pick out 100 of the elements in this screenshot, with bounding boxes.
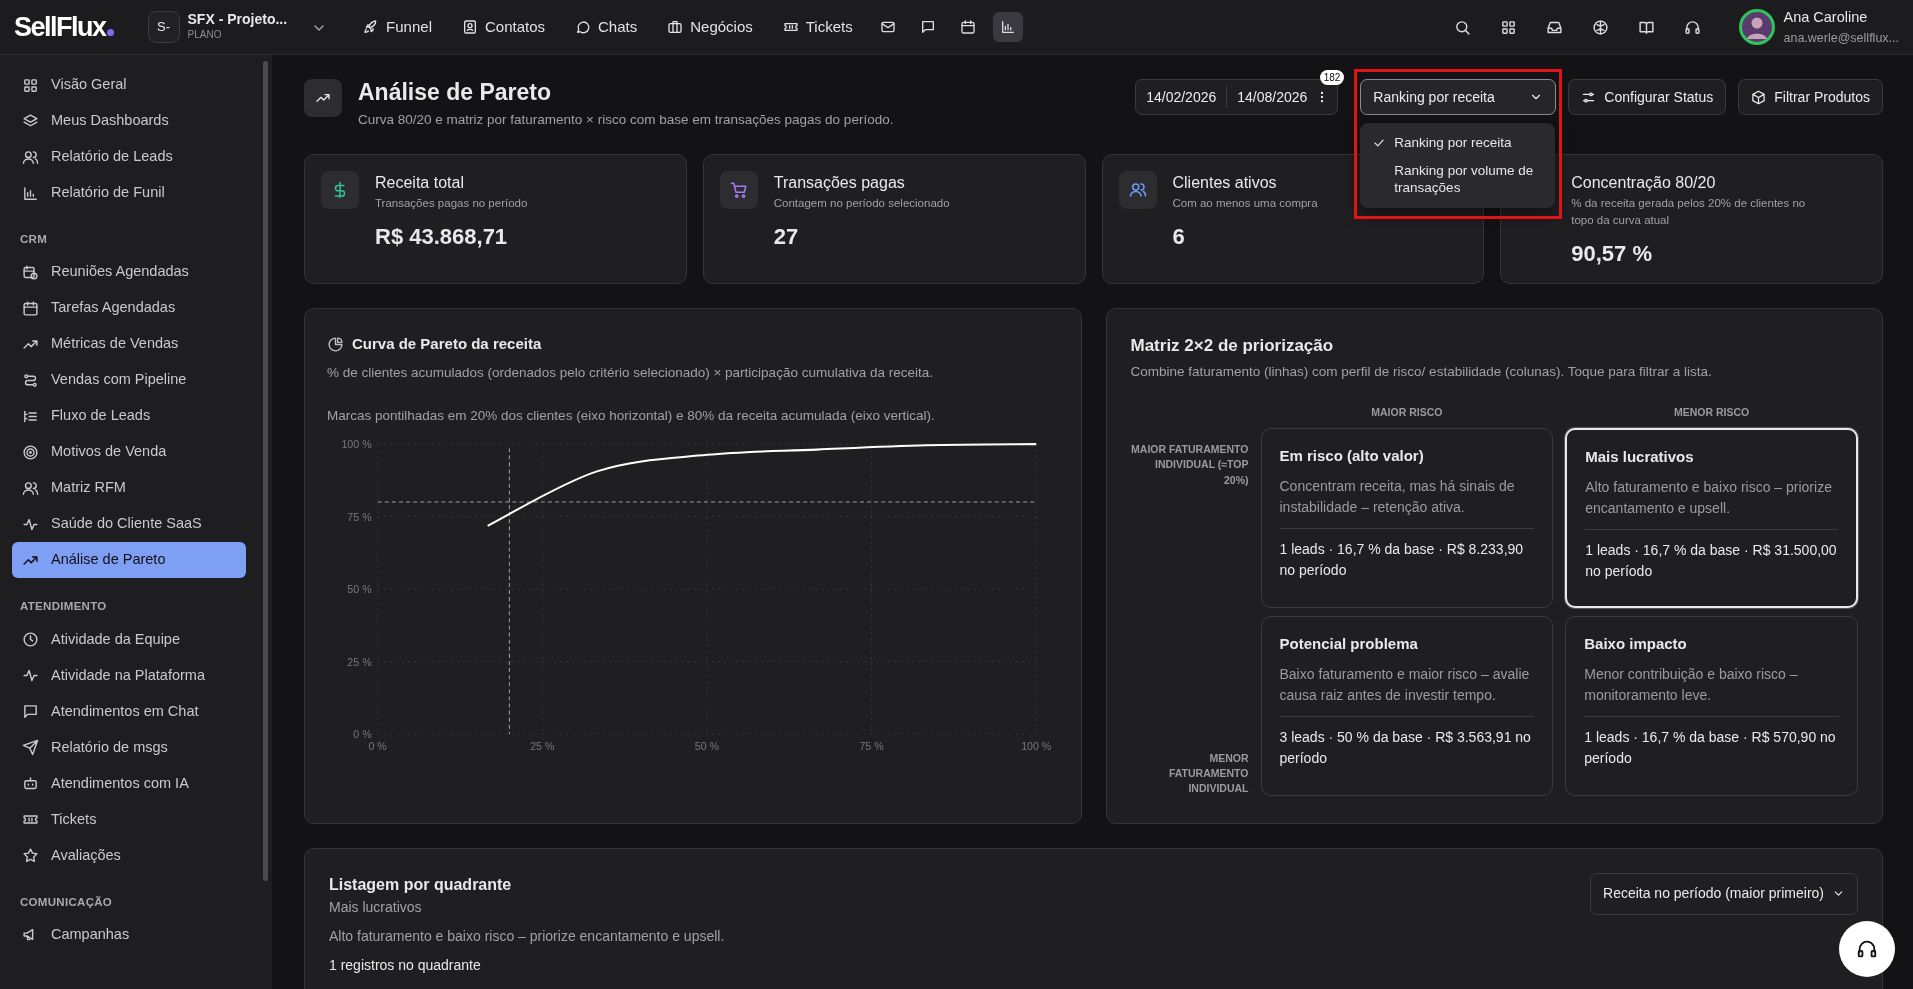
sort-select[interactable]: Receita no período (maior primeiro): [1590, 872, 1858, 915]
headset-icon: [1856, 938, 1878, 960]
kpi-subtitle: Contagem no período selecionado: [773, 195, 950, 211]
row-header: MAIOR FATURAMENTO INDIVIDUAL (≈TOP 20%): [1130, 442, 1249, 488]
menu-option[interactable]: Ranking por volume de transações: [1366, 156, 1550, 202]
message-icon: [919, 19, 936, 35]
quadrant-card[interactable]: Potencial problema Baixo faturamento e maior risco – avalie causa raiz antes de investir tempo. 3 leads · 50 % da base · R$ 3.563,91 no período: [1260, 616, 1554, 797]
kpi-title: Transações pagas: [773, 172, 906, 193]
menu-option[interactable]: Ranking por receita: [1366, 129, 1550, 157]
nav-link[interactable]: Contatos: [452, 9, 556, 45]
nav-link[interactable]: Chats: [565, 9, 648, 45]
headset-icon: [1684, 18, 1701, 36]
kpi-value: 27: [773, 223, 800, 251]
calendar-icon: [959, 19, 976, 35]
matrix-subtitle: Combine faturamento (linhas) com perfil de risco/ estabilidade (colunas). Toque para filtrar a lista.: [1130, 363, 1713, 382]
quadrant-card[interactable]: Mais lucrativos Alto faturamento e baixo risco – priorize encantamento e upsell. 1 leads · 16,7 % da base · R$ 31.500,00 no período: [1565, 428, 1858, 609]
sidebar-item[interactable]: Métricas de Vendas: [12, 326, 246, 363]
toolbar-button[interactable]: Filtrar Produtos: [1738, 79, 1883, 115]
sidebar-item[interactable]: Matriz RFM: [12, 470, 246, 507]
quadrant-description: Concentram receita, mas há sinais de instabilidade – retenção ativa.: [1279, 475, 1535, 529]
sidebar-item[interactable]: Atividade da Equipe: [12, 621, 246, 658]
sidebar-item[interactable]: Campanhas: [12, 916, 246, 953]
quadrant-card[interactable]: Em risco (alto valor) Concentram receita, mas há sinais de instabilidade – retenção ativa. 1 leads · 16,7 % da base · R$ 8.233,90 no período: [1260, 428, 1554, 609]
logo[interactable]: SellFlux: [14, 6, 114, 48]
bar-chart-icon: [22, 184, 39, 202]
quadrant-stats: 1 leads · 16,7 % da base · R$ 570,90 no período: [1584, 727, 1837, 768]
scrollbar-thumb[interactable]: [263, 61, 268, 881]
briefcase-icon: [667, 19, 684, 35]
sidebar-item[interactable]: Fluxo de Leads: [12, 398, 246, 435]
send-icon: [22, 739, 39, 756]
section-heading: CRM: [19, 232, 49, 247]
sidebar-item[interactable]: Visão Geral: [12, 67, 246, 103]
sidebar-item[interactable]: Avaliações: [12, 837, 246, 874]
x-tick-label: 100 %: [1021, 739, 1052, 752]
calendar-clock-icon: [22, 263, 39, 281]
kpi-value: R$ 43.868,71: [375, 223, 509, 251]
x-tick-label: 0 %: [368, 739, 387, 752]
matrix-title: Matriz 2×2 de priorização: [1130, 334, 1335, 357]
quadrant-stats: 3 leads · 50 % da base · R$ 3.563,91 no período: [1279, 727, 1532, 768]
sidebar-item[interactable]: Relatório de Leads: [12, 139, 246, 175]
sidebar-item[interactable]: Atendimentos em Chat: [12, 693, 246, 730]
section-heading: COMUNICAÇÃO: [19, 894, 114, 910]
sidebar-item[interactable]: Meus Dashboards: [12, 103, 246, 139]
sidebar-item[interactable]: Relatório de msgs: [12, 729, 246, 766]
message-icon: [22, 703, 39, 720]
y-tick-label: 75 %: [347, 510, 372, 523]
workspace-plan: PLANO: [187, 28, 223, 43]
kpi-title: Clientes ativos: [1172, 172, 1278, 193]
quadrant-stats: 1 leads · 16,7 % da base · R$ 8.233,90 no período: [1279, 539, 1525, 580]
quadrant-description: Menor contribuição e baixo risco – monitoramento leve.: [1584, 663, 1839, 717]
nav-icon-button[interactable]: [992, 12, 1023, 42]
nav-link[interactable]: Tickets: [772, 9, 863, 45]
robot-icon: [22, 775, 39, 792]
nav-link[interactable]: Funnel: [353, 9, 442, 45]
sidebar-item[interactable]: Análise de Pareto: [12, 542, 246, 579]
sidebar-item[interactable]: Tickets: [12, 801, 246, 838]
listing-title: Listagem por quadrante: [329, 874, 513, 895]
workspace-avatar[interactable]: S-: [147, 11, 180, 43]
kpi-subtitle: Com ao menos uma compra: [1172, 195, 1318, 211]
pulse-icon: [22, 667, 39, 684]
sidebar-item[interactable]: Reuniões Agendadas: [12, 254, 246, 291]
chat-icon: [575, 19, 592, 35]
sidebar-item[interactable]: Saúde do Cliente SaaS: [12, 506, 246, 543]
sidebar-item[interactable]: Vendas com Pipeline: [12, 362, 246, 399]
avatar[interactable]: [1739, 9, 1776, 45]
section-heading: ATENDIMENTO: [19, 599, 108, 615]
sidebar-item[interactable]: Atividade na Plataforma: [12, 657, 246, 694]
package-icon: [1751, 89, 1767, 105]
kpi-title: Receita total: [375, 172, 465, 193]
quadrant-card[interactable]: Baixo impacto Menor contribuição e baixo risco – monitoramento leve. 1 leads · 16,7 % da base · R$ 570,90 no período: [1565, 616, 1858, 797]
listing-quadrant: Mais lucrativos: [329, 897, 423, 917]
page-title: Análise de Pareto: [358, 78, 553, 107]
ranking-select[interactable]: Ranking por receita: [1360, 79, 1557, 115]
globe-icon: [1592, 18, 1609, 36]
column-header: MAIOR RISCO: [1370, 404, 1444, 420]
listing-count: 1 registros no quadrante: [329, 955, 482, 975]
sidebar-item[interactable]: Atendimentos com IA: [12, 765, 246, 802]
row-header: MENOR FATURAMENTO INDIVIDUAL: [1167, 750, 1249, 797]
chart-note: Marcas pontilhadas em 20% dos clientes (eixo horizontal) e 80% da receita acumulada (eixo vertical).: [327, 406, 936, 425]
sidebar-item[interactable]: Motivos de Venda: [12, 434, 246, 471]
quadrant-title: Potencial problema: [1279, 634, 1419, 655]
chart-title: Curva de Pareto da receita: [352, 333, 542, 354]
user-email: ana.werle@sellflux...: [1783, 29, 1899, 47]
clock-icon: [22, 631, 39, 648]
kpi-subtitle: % da receita gerada pelos 20% de clientes no topo da curva atual: [1571, 195, 1807, 228]
pie-chart-icon: [327, 335, 344, 353]
user-name: Ana Caroline: [1783, 7, 1869, 27]
sidebar-item[interactable]: Relatório de Funil: [12, 175, 246, 211]
dashboard-icon: [22, 76, 39, 94]
search-icon: [1454, 18, 1471, 36]
bar-chart-icon: [999, 19, 1016, 35]
apps-icon: [1500, 18, 1517, 36]
nav-link[interactable]: Negócios: [657, 9, 763, 45]
mail-icon: [879, 19, 896, 35]
users-icon: [22, 148, 39, 166]
x-tick-label: 25 %: [530, 739, 555, 752]
listing-description: Alto faturamento e baixo risco – priorize encantamento e upsell.: [329, 926, 725, 946]
quadrant-title: Mais lucrativos: [1585, 447, 1695, 468]
sidebar-item[interactable]: Tarefas Agendadas: [12, 290, 246, 327]
toolbar-button[interactable]: Configurar Status: [1568, 79, 1727, 115]
